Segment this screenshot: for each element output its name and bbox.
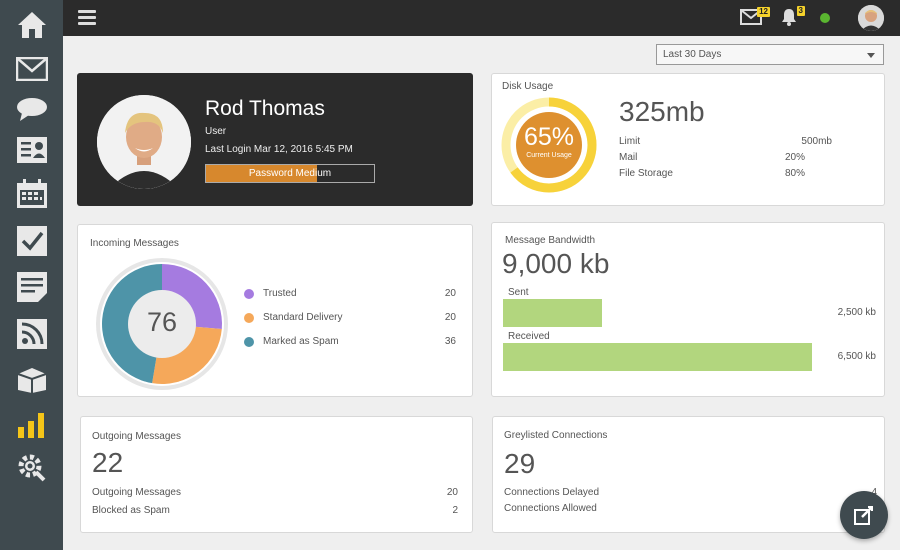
menu-icon[interactable] xyxy=(78,10,96,26)
disk-row-label: Limit xyxy=(619,136,641,147)
rss-icon xyxy=(16,319,47,349)
bell-icon xyxy=(782,9,796,26)
greylisted-row-label: Connections Allowed xyxy=(504,503,597,514)
greylisted-row-label: Connections Delayed xyxy=(504,487,600,498)
legend-dot xyxy=(244,337,254,347)
sidebar-item-chat[interactable] xyxy=(0,86,63,132)
mail-icon xyxy=(15,57,48,81)
calendar-icon xyxy=(16,179,47,208)
notes-icon xyxy=(16,272,47,302)
tasks-icon xyxy=(16,226,47,256)
legend-label: Marked as Spam xyxy=(263,336,339,347)
bandwidth-row-value: 6,500 kb xyxy=(837,351,876,362)
bandwidth-bar-received xyxy=(503,343,812,371)
chat-icon xyxy=(16,98,47,121)
period-select-value: Last 30 Days xyxy=(663,49,722,60)
greylisted-total: 29 xyxy=(504,448,536,479)
disk-usage-title: Disk Usage xyxy=(502,81,554,92)
greylisted-connections-card: Greylisted Connections 29 Connections De… xyxy=(492,416,885,533)
outgoing-row-value: 2 xyxy=(452,505,458,516)
disk-row-label: Mail xyxy=(619,152,638,163)
greylisted-title: Greylisted Connections xyxy=(504,430,608,441)
profile-image xyxy=(97,95,191,189)
period-select[interactable]: Last 30 Days xyxy=(656,44,884,65)
outgoing-title: Outgoing Messages xyxy=(92,431,181,442)
disk-usage-percent: 65% xyxy=(523,123,575,151)
profile-name: Rod Thomas xyxy=(205,97,325,120)
disk-row-label: File Storage xyxy=(619,168,673,179)
outgoing-total: 22 xyxy=(92,447,124,478)
bandwidth-row-value: 2,500 kb xyxy=(837,307,876,318)
bandwidth-total: 9,000 kb xyxy=(502,248,610,279)
legend-label: Standard Delivery xyxy=(263,312,343,323)
bandwidth-row-label: Received xyxy=(508,331,550,342)
user-avatar[interactable] xyxy=(858,5,884,31)
settings-icon xyxy=(18,454,45,482)
sidebar xyxy=(0,0,63,550)
legend-value: 20 xyxy=(444,312,456,323)
outgoing-messages-card: Outgoing Messages 22 Outgoing Messages 2… xyxy=(80,416,473,533)
disk-usage-total: 325mb xyxy=(619,96,705,127)
sidebar-item-stats[interactable] xyxy=(0,402,63,448)
outgoing-row-label: Outgoing Messages xyxy=(92,487,181,498)
message-bandwidth-card: Message Bandwidth 9,000 kb Sent 2,500 kb… xyxy=(491,222,885,397)
disk-row-value: 20% xyxy=(784,152,805,163)
legend-dot xyxy=(244,313,254,323)
sidebar-item-box[interactable] xyxy=(0,357,63,403)
incoming-messages-card: Incoming Messages 76 Trusted 20 Standard… xyxy=(77,224,473,397)
bandwidth-row-label: Sent xyxy=(508,287,529,298)
chevron-down-icon xyxy=(867,53,875,58)
disk-row-value: 80% xyxy=(784,168,805,179)
sidebar-item-tasks[interactable] xyxy=(0,218,63,264)
sidebar-item-notes[interactable] xyxy=(0,264,63,310)
profile-photo xyxy=(97,95,191,189)
compose-button[interactable] xyxy=(840,491,888,539)
bandwidth-bar-sent xyxy=(503,299,602,327)
incoming-total: 76 xyxy=(146,307,178,337)
legend-label: Trusted xyxy=(263,288,297,299)
legend-dot xyxy=(244,289,254,299)
legend-value: 20 xyxy=(444,288,456,299)
profile-card: Rod Thomas User Last Login Mar 12, 2016 … xyxy=(77,73,473,206)
disk-usage-card: Disk Usage 65% Current Usage 325mb Limit… xyxy=(491,73,885,206)
stats-icon xyxy=(17,413,44,438)
top-bar: 12 3 xyxy=(63,0,900,36)
mail-notification-button[interactable]: 12 xyxy=(740,7,770,30)
sidebar-item-home[interactable] xyxy=(0,2,63,48)
notifications-button[interactable]: 3 xyxy=(781,6,805,31)
disk-usage-sublabel: Current Usage xyxy=(526,152,572,159)
compose-icon xyxy=(854,506,873,525)
avatar-image xyxy=(858,5,884,31)
disk-row-value: 500mb xyxy=(801,136,832,147)
outgoing-row-label: Blocked as Spam xyxy=(92,505,170,516)
password-strength-bar: Password Medium xyxy=(205,164,375,183)
sidebar-item-settings[interactable] xyxy=(0,445,63,491)
home-icon xyxy=(17,12,46,38)
bandwidth-title: Message Bandwidth xyxy=(505,235,596,246)
password-strength-label: Password Medium xyxy=(248,168,332,179)
profile-role: User xyxy=(205,126,227,137)
sidebar-item-rss[interactable] xyxy=(0,311,63,357)
notification-badge: 3 xyxy=(796,6,805,16)
sidebar-item-calendar[interactable] xyxy=(0,171,63,217)
incoming-messages-title: Incoming Messages xyxy=(90,238,179,249)
outgoing-row-value: 20 xyxy=(446,487,458,498)
online-status-indicator xyxy=(820,13,830,23)
mail-badge: 12 xyxy=(757,7,770,17)
contacts-icon xyxy=(16,137,47,163)
box-icon xyxy=(17,368,46,393)
profile-last-login: Last Login Mar 12, 2016 5:45 PM xyxy=(205,144,353,155)
legend-value: 36 xyxy=(444,336,456,347)
sidebar-item-contacts[interactable] xyxy=(0,127,63,173)
